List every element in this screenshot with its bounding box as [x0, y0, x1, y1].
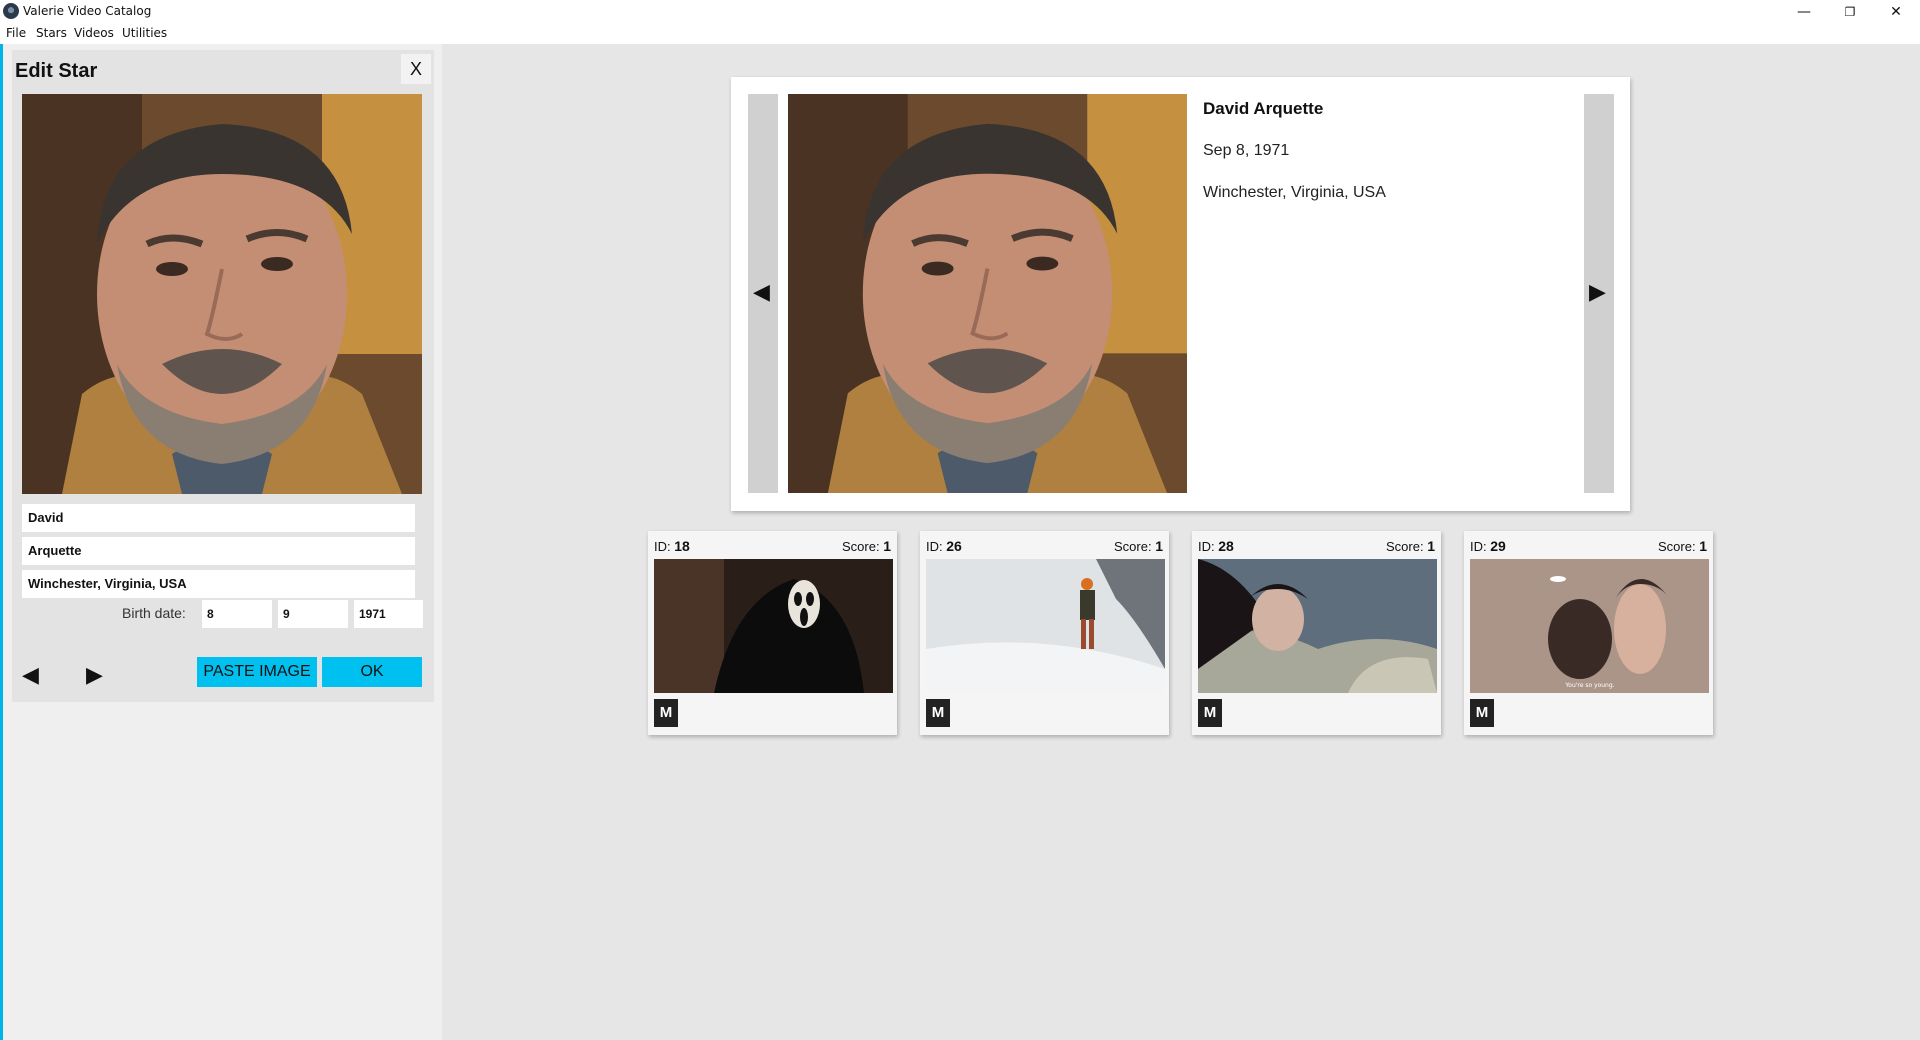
left-arrow-icon: ◀ — [753, 280, 770, 305]
video-thumbnail — [1198, 559, 1437, 693]
video-card[interactable]: ID: 26 Score: 1 M — [920, 531, 1169, 735]
prev-star-button[interactable]: ◀ — [748, 94, 778, 493]
media-badge: M — [1470, 699, 1494, 727]
video-id: ID: 28 — [1198, 538, 1234, 554]
next-star-arrow-icon[interactable]: ▶ — [86, 663, 103, 688]
birth-date-label: Birth date: — [122, 605, 186, 621]
edit-star-title: Edit Star — [15, 60, 98, 82]
next-star-button[interactable]: ▶ — [1584, 94, 1614, 493]
video-score: Score: 1 — [1658, 538, 1707, 554]
birth-day-field[interactable]: 8 — [202, 600, 272, 628]
star-birth-date: Sep 8, 1971 — [1203, 142, 1290, 159]
maximize-button[interactable]: ❐ — [1827, 2, 1873, 22]
star-name: David Arquette — [1203, 99, 1324, 118]
last-name-field[interactable]: Arquette — [22, 537, 415, 565]
edit-star-panel: Edit Star X David Arquette Winchester, V… — [3, 44, 442, 1040]
star-photo-large[interactable] — [22, 94, 422, 494]
app-logo-icon — [3, 3, 19, 19]
ok-button[interactable]: OK — [322, 657, 422, 687]
birth-place-field[interactable]: Winchester, Virginia, USA — [22, 570, 415, 598]
subtitle-text: You're so young. — [1564, 682, 1614, 689]
video-card[interactable]: ID: 18 Score: 1 M — [648, 531, 897, 735]
video-score: Score: 1 — [1386, 538, 1435, 554]
star-details-card: ◀ David Arquette Sep 8, 1971 Winchester,… — [731, 77, 1630, 511]
window-title: Valerie Video Catalog — [23, 4, 152, 18]
video-id: ID: 29 — [1470, 538, 1506, 554]
prev-star-arrow-icon[interactable]: ◀ — [22, 663, 39, 688]
video-thumbnail — [926, 559, 1165, 693]
video-score: Score: 1 — [842, 538, 891, 554]
menu-file[interactable]: File — [6, 26, 26, 40]
minimize-button[interactable]: — — [1781, 2, 1827, 22]
star-birth-place: Winchester, Virginia, USA — [1203, 184, 1386, 201]
close-panel-button[interactable]: X — [401, 54, 431, 84]
menu-utilities[interactable]: Utilities — [122, 26, 167, 40]
edit-star-card: Edit Star X David Arquette Winchester, V… — [12, 50, 434, 702]
menu-videos[interactable]: Videos — [74, 26, 114, 40]
media-badge: M — [1198, 699, 1222, 727]
birth-month-field[interactable]: 9 — [278, 600, 348, 628]
video-thumbnail: You're so young. — [1470, 559, 1709, 693]
star-portrait-image — [22, 94, 422, 494]
paste-image-button[interactable]: PASTE IMAGE — [197, 657, 317, 687]
video-id: ID: 26 — [926, 538, 962, 554]
media-badge: M — [654, 699, 678, 727]
video-thumbnail — [654, 559, 893, 693]
title-bar: Valerie Video Catalog — ❐ ✕ — [0, 0, 1920, 24]
birth-year-field[interactable]: 1971 — [354, 600, 423, 628]
video-id: ID: 18 — [654, 538, 690, 554]
video-score: Score: 1 — [1114, 538, 1163, 554]
close-window-button[interactable]: ✕ — [1873, 2, 1919, 22]
menu-stars[interactable]: Stars — [36, 26, 67, 40]
star-photo — [788, 94, 1187, 493]
video-card[interactable]: ID: 28 Score: 1 M — [1192, 531, 1441, 735]
video-card[interactable]: ID: 29 Score: 1 You're so young. M — [1464, 531, 1713, 735]
menu-bar: File Stars Videos Utilities — [0, 24, 1920, 44]
right-arrow-icon: ▶ — [1589, 280, 1606, 305]
media-badge: M — [926, 699, 950, 727]
star-portrait-image — [788, 94, 1187, 493]
first-name-field[interactable]: David — [22, 504, 415, 532]
